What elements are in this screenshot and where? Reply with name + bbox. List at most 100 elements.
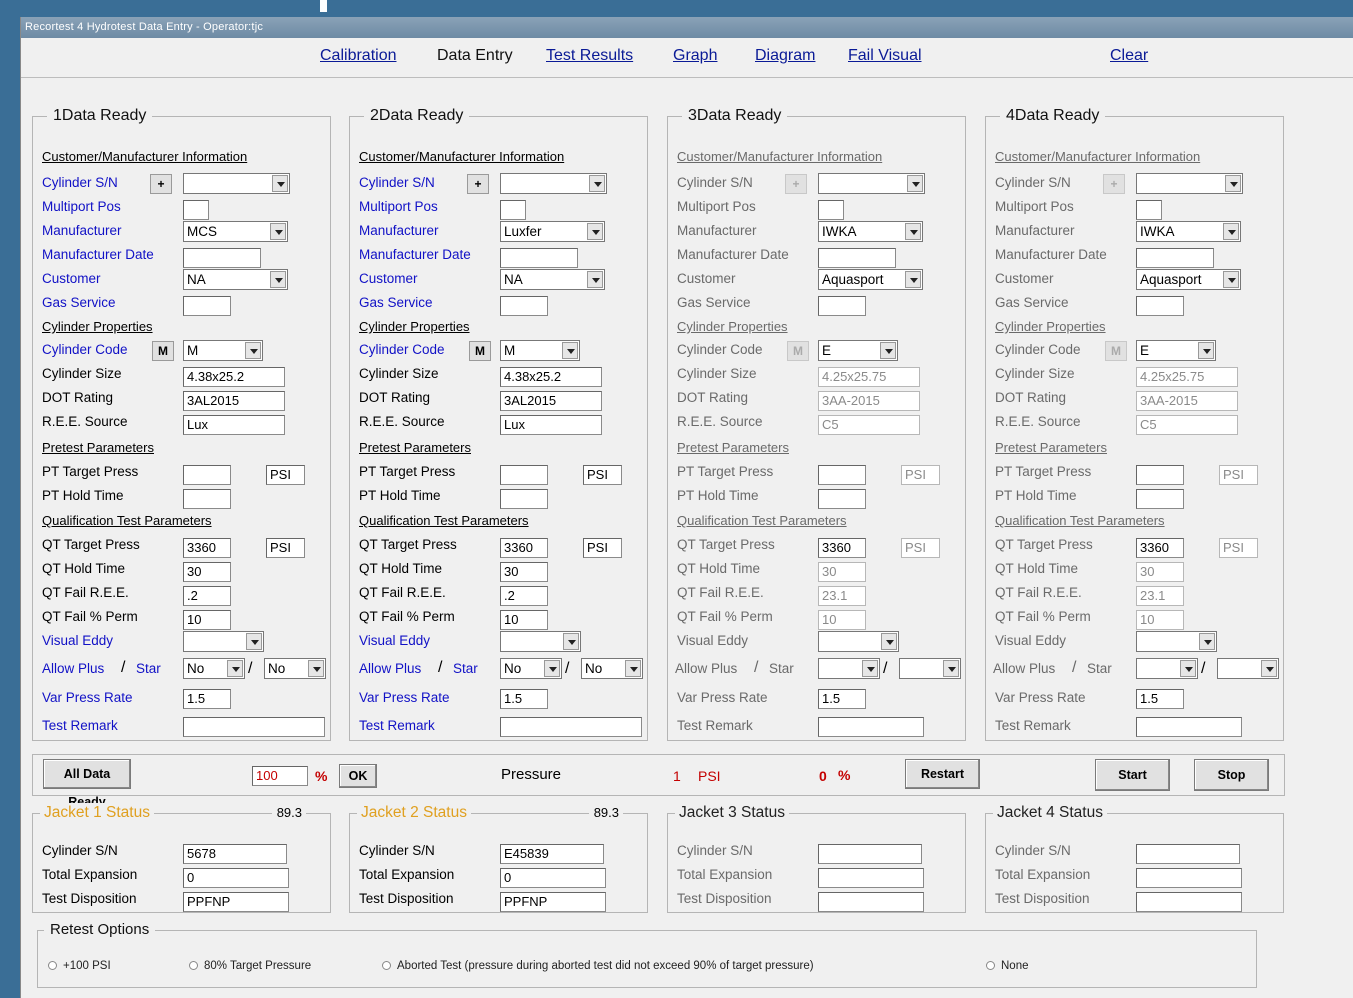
- panel4-qt_target_press-input[interactable]: 3360: [1136, 538, 1184, 558]
- panel4-qt_fail_ree-input[interactable]: 23.1: [1136, 586, 1184, 606]
- panel3-cylinder_code-dropdown[interactable]: E: [818, 340, 898, 361]
- panel3-pt_hold_time-input[interactable]: [818, 489, 866, 509]
- jacket-4-cylinder_sn-input[interactable]: [1136, 844, 1240, 864]
- panel2-customer-dropdown[interactable]: NA: [500, 269, 605, 290]
- chevron-down-icon[interactable]: [943, 660, 959, 677]
- panel2-qt_fail_ree-input[interactable]: .2: [500, 586, 548, 606]
- panel1-allow_plus-dropdown[interactable]: No: [183, 658, 245, 679]
- panel4-cylinder_size-input[interactable]: 4.25x25.75: [1136, 367, 1238, 387]
- chevron-down-icon[interactable]: [1225, 175, 1241, 192]
- panel2-test_remark-input[interactable]: [500, 717, 642, 737]
- panel1-qt_hold_time-input[interactable]: 30: [183, 562, 231, 582]
- chevron-down-icon[interactable]: [907, 175, 923, 192]
- jacket-4-total_expansion-input[interactable]: [1136, 868, 1242, 888]
- panel4-cylinder_sn-dropdown[interactable]: [1136, 173, 1243, 194]
- panel1-multiport_pos-input[interactable]: [183, 200, 209, 220]
- panel3-manufacturer-dropdown[interactable]: IWKA: [818, 221, 923, 242]
- panel2-multiport_pos-input[interactable]: [500, 200, 526, 220]
- panel4-add-cylinder-button[interactable]: +: [1103, 174, 1125, 194]
- panel2-visual_eddy-dropdown[interactable]: [500, 631, 581, 652]
- jacket-3-total_expansion-input[interactable]: [818, 868, 924, 888]
- panel1-qt_target_press-input[interactable]: 3360: [183, 538, 231, 558]
- panel4-gas_service-input[interactable]: [1136, 296, 1184, 316]
- stop-button[interactable]: Stop: [1194, 759, 1269, 791]
- all-data-ready-button[interactable]: All Data Ready: [43, 759, 131, 809]
- panel2-pt_target_press-input[interactable]: [500, 465, 548, 485]
- panel2-qt_target_press-input[interactable]: 3360: [500, 538, 548, 558]
- panel4-pt_hold_time-input[interactable]: [1136, 489, 1184, 509]
- panel4-visual_eddy-dropdown[interactable]: [1136, 631, 1217, 652]
- panel2-m-button[interactable]: M: [469, 341, 491, 361]
- retest-option-80pct[interactable]: 80% Target Pressure: [189, 960, 311, 972]
- nav-fail-visual-link[interactable]: Fail Visual: [848, 47, 922, 65]
- chevron-down-icon[interactable]: [1261, 660, 1277, 677]
- panel4-qt_fail_perm-input[interactable]: 10: [1136, 610, 1184, 630]
- panel1-pt_unit-input[interactable]: PSI: [266, 465, 305, 485]
- retest-option-none[interactable]: None: [986, 960, 1029, 972]
- panel3-qt_unit-input[interactable]: PSI: [901, 538, 940, 558]
- chevron-down-icon[interactable]: [272, 175, 288, 192]
- jacket-2-total_expansion-input[interactable]: 0: [500, 868, 606, 888]
- nav-graph-link[interactable]: Graph: [673, 47, 717, 65]
- panel2-ree_source-input[interactable]: Lux: [500, 415, 602, 435]
- panel1-test_remark-input[interactable]: [183, 717, 325, 737]
- chevron-down-icon[interactable]: [246, 633, 262, 650]
- panel2-add-cylinder-button[interactable]: +: [467, 174, 489, 194]
- panel2-var_press_rate-input[interactable]: 1.5: [500, 689, 548, 709]
- panel2-allow_plus-dropdown[interactable]: No: [500, 658, 562, 679]
- panel3-qt_fail_perm-input[interactable]: 10: [818, 610, 866, 630]
- panel4-allow_plus-dropdown[interactable]: [1136, 658, 1198, 679]
- jacket-1-test_disposition-input[interactable]: PPFNP: [183, 892, 289, 912]
- panel3-test_remark-input[interactable]: [818, 717, 924, 737]
- panel4-test_remark-input[interactable]: [1136, 717, 1242, 737]
- chevron-down-icon[interactable]: [227, 660, 243, 677]
- jacket-2-cylinder_sn-input[interactable]: E45839: [500, 844, 604, 864]
- panel2-manufacturer_date-input[interactable]: [500, 248, 578, 268]
- panel4-qt_hold_time-input[interactable]: 30: [1136, 562, 1184, 582]
- panel1-visual_eddy-dropdown[interactable]: [183, 631, 264, 652]
- panel4-dot_rating-input[interactable]: 3AA-2015: [1136, 391, 1238, 411]
- panel1-var_press_rate-input[interactable]: 1.5: [183, 689, 231, 709]
- panel4-pt_unit-input[interactable]: PSI: [1219, 465, 1258, 485]
- panel1-cylinder_sn-dropdown[interactable]: [183, 173, 290, 194]
- retest-option-plus100[interactable]: +100 PSI: [48, 960, 111, 972]
- jacket-1-total_expansion-input[interactable]: 0: [183, 868, 289, 888]
- panel1-manufacturer_date-input[interactable]: [183, 248, 261, 268]
- panel1-gas_service-input[interactable]: [183, 296, 231, 316]
- panel1-qt_fail_ree-input[interactable]: .2: [183, 586, 231, 606]
- panel3-customer-dropdown[interactable]: Aquasport: [818, 269, 923, 290]
- jacket-1-cylinder_sn-input[interactable]: 5678: [183, 844, 287, 864]
- chevron-down-icon[interactable]: [544, 660, 560, 677]
- panel4-manufacturer-dropdown[interactable]: IWKA: [1136, 221, 1241, 242]
- chevron-down-icon[interactable]: [308, 660, 324, 677]
- chevron-down-icon[interactable]: [587, 223, 603, 240]
- panel3-visual_eddy-dropdown[interactable]: [818, 631, 899, 652]
- chevron-down-icon[interactable]: [589, 175, 605, 192]
- jacket-3-test_disposition-input[interactable]: [818, 892, 924, 912]
- panel2-star-dropdown[interactable]: No: [581, 658, 643, 679]
- panel1-manufacturer-dropdown[interactable]: MCS: [183, 221, 288, 242]
- jacket-4-test_disposition-input[interactable]: [1136, 892, 1242, 912]
- panel3-pt_target_press-input[interactable]: [818, 465, 866, 485]
- panel2-pt_hold_time-input[interactable]: [500, 489, 548, 509]
- panel4-pt_target_press-input[interactable]: [1136, 465, 1184, 485]
- panel1-m-button[interactable]: M: [152, 341, 174, 361]
- panel3-star-dropdown[interactable]: [899, 658, 961, 679]
- jacket-3-cylinder_sn-input[interactable]: [818, 844, 922, 864]
- panel3-add-cylinder-button[interactable]: +: [785, 174, 807, 194]
- panel4-qt_unit-input[interactable]: PSI: [1219, 538, 1258, 558]
- panel4-star-dropdown[interactable]: [1217, 658, 1279, 679]
- panel3-qt_target_press-input[interactable]: 3360: [818, 538, 866, 558]
- panel1-ree_source-input[interactable]: Lux: [183, 415, 285, 435]
- chevron-down-icon[interactable]: [270, 271, 286, 288]
- nav-test-results-link[interactable]: Test Results: [546, 47, 633, 65]
- panel4-m-button[interactable]: M: [1105, 341, 1127, 361]
- nav-data-entry[interactable]: Data Entry: [437, 47, 513, 65]
- nav-calibration-link[interactable]: Calibration: [320, 47, 396, 65]
- panel2-qt_unit-input[interactable]: PSI: [583, 538, 622, 558]
- panel2-pt_unit-input[interactable]: PSI: [583, 465, 622, 485]
- panel3-cylinder_sn-dropdown[interactable]: [818, 173, 925, 194]
- chevron-down-icon[interactable]: [563, 633, 579, 650]
- panel1-cylinder_size-input[interactable]: 4.38x25.2: [183, 367, 285, 387]
- chevron-down-icon[interactable]: [245, 342, 261, 359]
